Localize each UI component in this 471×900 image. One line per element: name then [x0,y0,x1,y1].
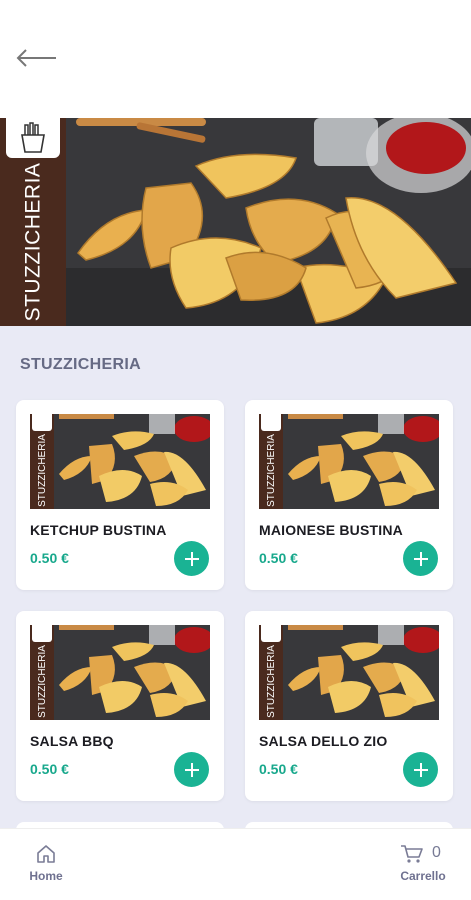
plus-icon [184,762,199,777]
back-button[interactable] [14,44,60,72]
plus-icon [184,551,199,566]
nav-cart[interactable]: 0 Carrello [390,841,460,891]
product-card[interactable]: STUZZICHERIA MAIONESE BUSTINA 0.50 € [245,400,453,590]
product-card[interactable]: STUZZICHERIA SALSA DELLO ZIO 0.50 € [245,611,453,801]
banner-side-label: STUZZICHERIA [21,162,44,322]
product-price: 0.50 € [259,761,298,777]
product-image: STUZZICHERIA [30,625,210,720]
plus-icon [413,551,428,566]
nav-home-label: Home [29,869,63,883]
cart-icon [401,845,423,863]
plus-icon [413,762,428,777]
product-price: 0.50 € [30,550,69,566]
fries-icon [261,414,281,431]
add-to-cart-button[interactable] [403,541,438,576]
product-image: STUZZICHERIA [259,625,439,720]
top-bar [0,0,471,118]
product-name: SALSA DELLO ZIO [259,733,388,749]
product-image: STUZZICHERIA [259,414,439,509]
bottom-nav: Home 0 Carrello [0,828,471,900]
cart-count: 0 [432,844,441,861]
nav-cart-label: Carrello [400,869,446,883]
product-card[interactable]: STUZZICHERIA KETCHUP BUSTINA 0.50 € [16,400,224,590]
fries-icon [32,414,52,431]
fries-icon [261,625,281,642]
banner-photo [66,118,471,326]
category-banner: STUZZICHERIA [0,118,471,326]
category-title: STUZZICHERIA [20,356,141,373]
arrow-left-icon [16,49,56,67]
product-name: SALSA BBQ [30,733,114,749]
nav-home[interactable]: Home [18,841,74,891]
product-card[interactable]: STUZZICHERIA SALSA BBQ 0.50 € [16,611,224,801]
product-image: STUZZICHERIA [30,414,210,509]
product-price: 0.50 € [30,761,69,777]
fries-icon [6,118,60,158]
product-name: MAIONESE BUSTINA [259,522,403,538]
home-icon [37,845,55,863]
add-to-cart-button[interactable] [174,752,209,787]
add-to-cart-button[interactable] [403,752,438,787]
add-to-cart-button[interactable] [174,541,209,576]
product-price: 0.50 € [259,550,298,566]
fries-icon [32,625,52,642]
product-name: KETCHUP BUSTINA [30,522,167,538]
